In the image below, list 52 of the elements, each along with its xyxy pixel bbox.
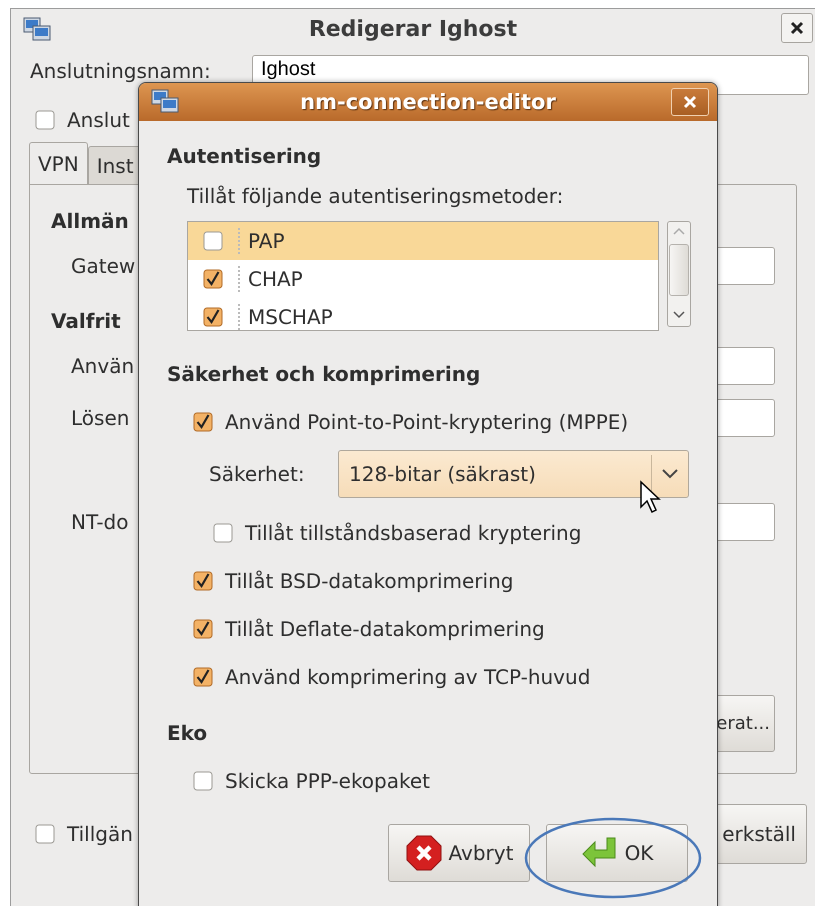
instruction-text: Tillåt följande autentiseringsmetoder: bbox=[187, 183, 564, 209]
checkbox-label: Tillåt tillståndsbaserad kryptering bbox=[245, 520, 582, 546]
checkbox-label: Anslut bbox=[67, 108, 130, 132]
checkbox[interactable] bbox=[193, 571, 213, 591]
list-item: PAP bbox=[247, 229, 285, 253]
cancel-icon bbox=[404, 834, 443, 872]
list-item: MSCHAP bbox=[247, 305, 333, 329]
method-list[interactable]: PAP CHAP MSCHAP bbox=[187, 221, 659, 331]
checkbox[interactable] bbox=[35, 824, 55, 844]
chevron-down-icon bbox=[662, 469, 678, 479]
field-label: Använ bbox=[71, 354, 134, 378]
scroll-down-icon bbox=[673, 310, 685, 320]
checkbox[interactable] bbox=[193, 667, 213, 687]
window-title: Redigerar Ighost bbox=[308, 16, 518, 42]
checkbox-label: Använd komprimering av TCP-huvud bbox=[225, 664, 590, 690]
checkbox-label: Tillåt BSD-datakomprimering bbox=[225, 568, 514, 594]
section-heading: Allmän bbox=[51, 209, 129, 233]
checkbox[interactable] bbox=[193, 412, 213, 432]
security-dropdown[interactable]: 128-bitar (säkrast) bbox=[338, 450, 689, 498]
cancel-button[interactable]: Avbryt bbox=[388, 824, 530, 882]
checkbox[interactable] bbox=[193, 619, 213, 639]
section-heading: Säkerhet och komprimering bbox=[167, 361, 480, 387]
list-item: CHAP bbox=[247, 267, 303, 291]
checkbox[interactable] bbox=[193, 771, 213, 791]
close-button[interactable] bbox=[781, 13, 813, 43]
checkbox-label: Använd Point-to-Point-kryptering (MPPE) bbox=[225, 409, 628, 435]
checkbox-label: Tillgän bbox=[67, 822, 133, 846]
section-heading: Autentisering bbox=[167, 143, 322, 169]
section-heading: Valfrit bbox=[51, 309, 121, 333]
checkbox[interactable] bbox=[203, 307, 223, 327]
field-label: Lösen bbox=[71, 406, 130, 430]
list-row-highlight[interactable]: PAP bbox=[188, 222, 658, 260]
checkbox[interactable] bbox=[213, 523, 233, 543]
close-icon bbox=[683, 95, 697, 109]
field-label: Gatew bbox=[71, 254, 136, 278]
checkbox[interactable] bbox=[203, 269, 223, 289]
ok-button[interactable]: OK bbox=[546, 824, 688, 882]
checkbox-label: Tillåt Deflate-datakomprimering bbox=[225, 616, 545, 642]
scroll-up-icon bbox=[673, 226, 685, 236]
section-heading: Eko bbox=[167, 720, 208, 746]
scrollbar[interactable] bbox=[667, 221, 691, 327]
mouse-pointer-icon bbox=[639, 480, 661, 514]
checkbox[interactable] bbox=[203, 231, 223, 251]
field-label: NT-do bbox=[71, 510, 128, 534]
checkbox[interactable] bbox=[35, 110, 55, 130]
field-label: Anslutningsnamn: bbox=[30, 59, 212, 83]
tab[interactable]: VPN bbox=[29, 142, 88, 184]
field-label: Säkerhet: bbox=[209, 462, 306, 486]
checkbox-label: Skicka PPP-ekopaket bbox=[225, 768, 430, 794]
close-icon bbox=[790, 21, 804, 35]
network-icon bbox=[23, 17, 51, 43]
network-icon bbox=[151, 89, 179, 115]
